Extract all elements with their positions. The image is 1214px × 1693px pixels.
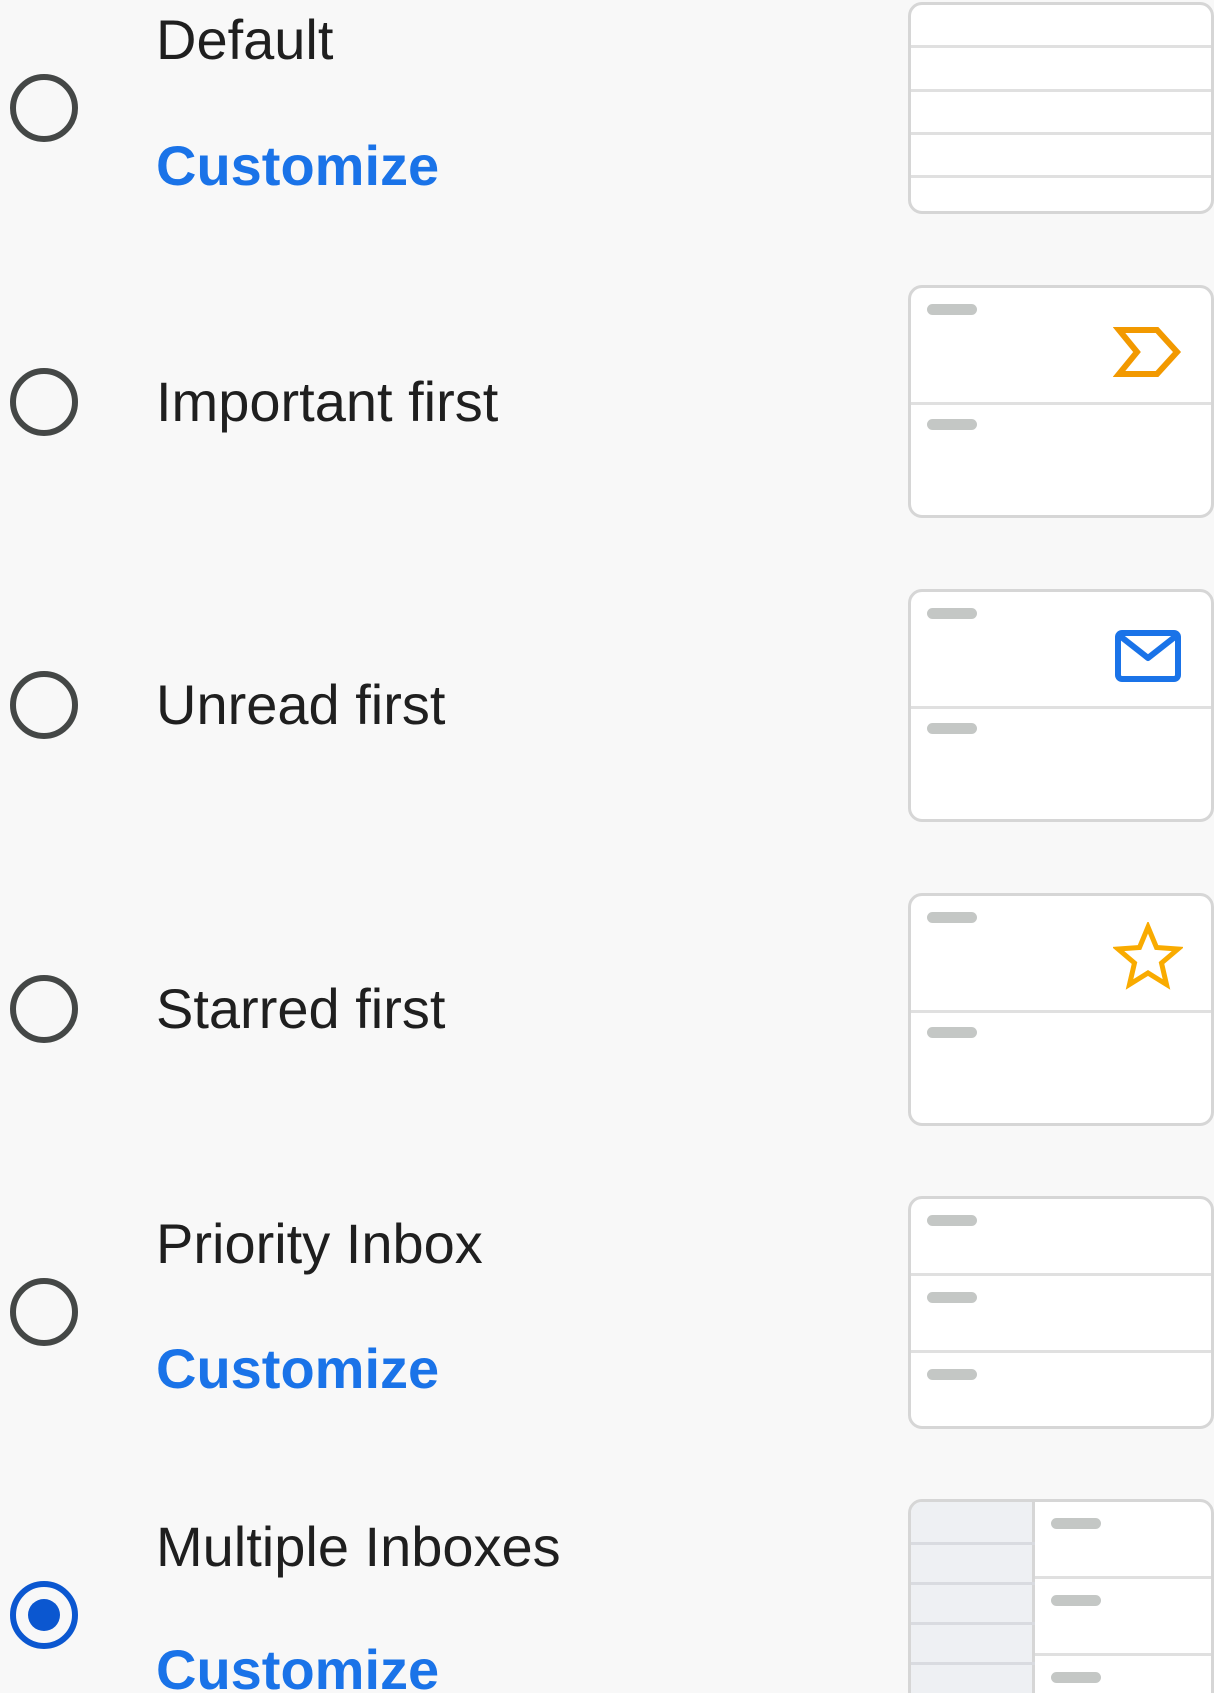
radio-priority-inbox[interactable] <box>10 1278 78 1346</box>
radio-unread-first[interactable] <box>10 671 78 739</box>
preview-unread-first <box>908 589 1214 822</box>
star-icon <box>1113 922 1183 990</box>
customize-default-link[interactable]: Customize <box>156 132 439 200</box>
customize-multiple-inboxes-link[interactable]: Customize <box>156 1636 439 1693</box>
preview-important-first <box>908 285 1214 518</box>
option-label-unread-first: Unread first <box>156 673 446 736</box>
customize-priority-inbox-link[interactable]: Customize <box>156 1335 439 1403</box>
radio-starred-first[interactable] <box>10 975 78 1043</box>
preview-multiple-inboxes <box>908 1499 1214 1693</box>
option-label-starred-first: Starred first <box>156 977 446 1040</box>
preview-default <box>908 2 1214 214</box>
option-label-default: Default <box>156 8 334 71</box>
inbox-type-list: Default Customize Important first Unread… <box>0 0 1214 1693</box>
preview-priority-inbox <box>908 1196 1214 1429</box>
envelope-icon <box>1115 630 1181 682</box>
radio-default[interactable] <box>10 74 78 142</box>
option-label-important-first: Important first <box>156 370 499 433</box>
radio-multiple-inboxes[interactable] <box>10 1581 78 1649</box>
preview-starred-first <box>908 893 1214 1126</box>
radio-important-first[interactable] <box>10 368 78 436</box>
option-label-priority-inbox: Priority Inbox <box>156 1212 483 1275</box>
important-marker-icon <box>1113 327 1182 377</box>
preview-side-pane <box>911 1502 1035 1693</box>
option-label-multiple-inboxes: Multiple Inboxes <box>156 1515 561 1578</box>
